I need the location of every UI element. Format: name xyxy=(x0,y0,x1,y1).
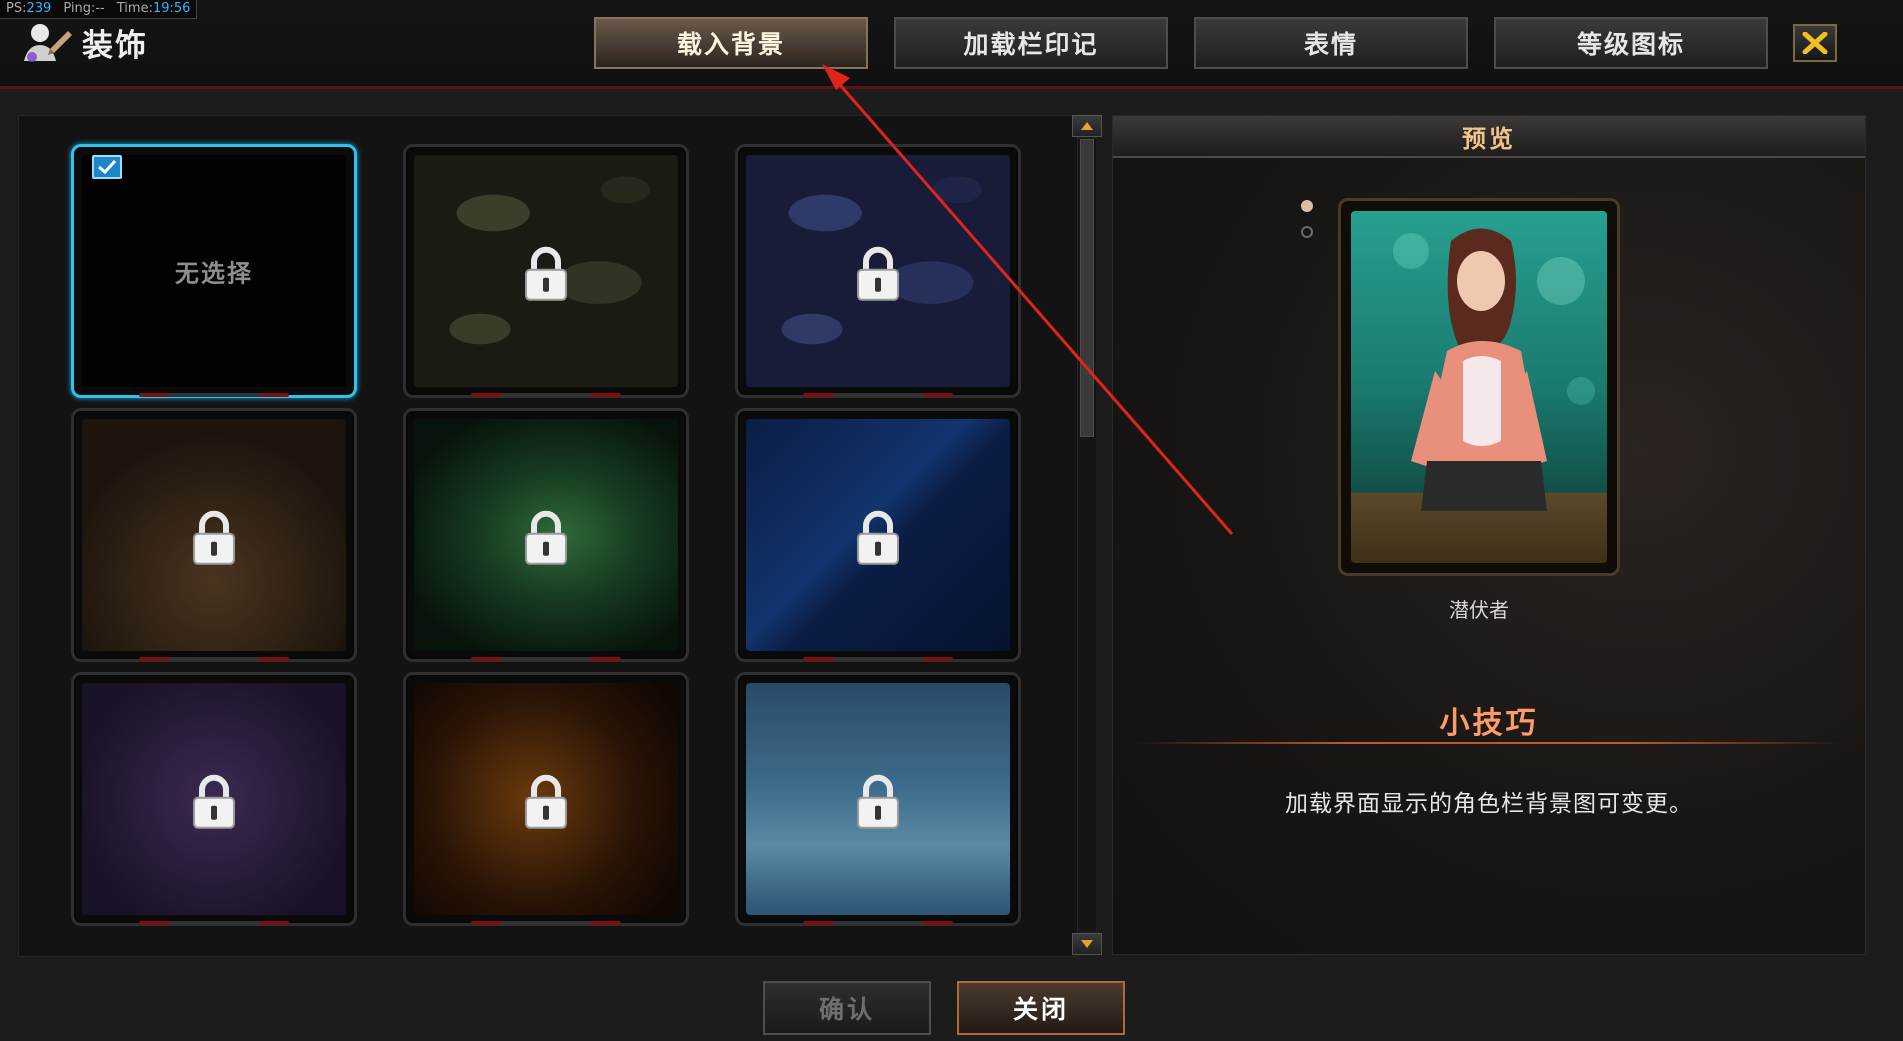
preview-page-dot-2[interactable] xyxy=(1301,226,1313,238)
lock-icon xyxy=(525,510,567,565)
page-title: 装饰 xyxy=(82,28,148,64)
confirm-button[interactable]: 确认 xyxy=(763,981,931,1035)
preview-page-dot-1[interactable] xyxy=(1301,200,1313,212)
checkmark-icon xyxy=(98,159,117,175)
background-card-brown-bokeh[interactable] xyxy=(71,408,357,662)
close-button[interactable]: 关闭 xyxy=(957,981,1125,1035)
lock-icon xyxy=(525,774,567,829)
lock-icon xyxy=(857,510,899,565)
background-card-camo-green[interactable] xyxy=(403,144,689,398)
tip-title: 小技巧 xyxy=(1439,706,1539,741)
preview-panel: 预览 潜伏者 小技巧 加载界面显示的角色栏背景图可变更。 xyxy=(1112,115,1866,955)
close-x-icon xyxy=(1802,32,1828,54)
card-preview xyxy=(746,419,1010,651)
card-decoration xyxy=(471,657,621,661)
tip-divider xyxy=(1133,742,1845,744)
card-decoration xyxy=(139,921,289,925)
character-name: 潜伏者 xyxy=(1449,598,1509,622)
scroll-up-button[interactable] xyxy=(1072,115,1102,137)
background-card-purple-stars[interactable] xyxy=(71,672,357,926)
background-card-blue-rays[interactable] xyxy=(735,408,1021,662)
card-preview xyxy=(82,683,346,915)
tab-emotes[interactable]: 表情 xyxy=(1194,17,1468,69)
tab-loading-background[interactable]: 载入背景 xyxy=(594,17,868,69)
card-preview xyxy=(414,155,678,387)
background-card-ice-water[interactable] xyxy=(735,672,1021,926)
lock-icon xyxy=(857,774,899,829)
card-decoration xyxy=(803,921,953,925)
background-grid-panel: 无选择 xyxy=(18,115,1078,957)
card-preview: 无选择 xyxy=(82,155,346,387)
fps-readout: PS:239 xyxy=(6,1,52,16)
time-readout: Time:19:56 xyxy=(116,1,191,16)
card-decoration xyxy=(471,393,621,397)
character-figure-icon xyxy=(1393,228,1595,511)
background-card-none[interactable]: 无选择 xyxy=(71,144,357,398)
card-decoration xyxy=(803,657,953,661)
tip-text: 加载界面显示的角色栏背景图可变更。 xyxy=(1285,791,1693,817)
card-preview xyxy=(414,419,678,651)
preview-title: 预览 xyxy=(1462,124,1516,153)
header-bar: 装饰 载入背景 加载栏印记 表情 等级图标 xyxy=(0,0,1903,89)
background-card-fire-sparks[interactable] xyxy=(403,672,689,926)
lock-icon xyxy=(857,246,899,301)
stats-overlay: PS:239 Ping:-- Time:19:56 xyxy=(0,0,198,19)
character-preview-card xyxy=(1338,198,1620,576)
selected-checkbox[interactable] xyxy=(92,155,122,179)
scroll-thumb[interactable] xyxy=(1080,139,1094,437)
card-preview xyxy=(414,683,678,915)
ping-readout: Ping:-- xyxy=(63,1,105,16)
card-decoration xyxy=(139,657,289,661)
scroll-down-button[interactable] xyxy=(1072,933,1102,955)
card-preview xyxy=(82,419,346,651)
no-selection-label: 无选择 xyxy=(175,259,253,288)
character-portrait xyxy=(1351,211,1607,563)
background-card-camo-blue[interactable] xyxy=(735,144,1021,398)
card-decoration xyxy=(803,393,953,397)
tab-level-icon[interactable]: 等级图标 xyxy=(1494,17,1768,69)
scroll-track[interactable] xyxy=(1078,139,1096,931)
preview-header: 预览 xyxy=(1113,116,1865,158)
background-card-green-space[interactable] xyxy=(403,408,689,662)
window-title: 装饰 xyxy=(22,20,148,65)
lock-icon xyxy=(193,510,235,565)
arrow-up-icon xyxy=(1081,122,1093,130)
lock-icon xyxy=(525,246,567,301)
card-decoration xyxy=(139,393,289,397)
grid-scrollbar[interactable] xyxy=(1072,115,1102,955)
arrow-down-icon xyxy=(1081,940,1093,948)
lock-icon xyxy=(193,774,235,829)
card-preview xyxy=(746,683,1010,915)
decorate-user-icon xyxy=(24,23,72,62)
close-window-button[interactable] xyxy=(1793,24,1837,62)
tab-loading-bar-mark[interactable]: 加载栏印记 xyxy=(894,17,1168,69)
card-decoration xyxy=(471,921,621,925)
card-preview xyxy=(746,155,1010,387)
